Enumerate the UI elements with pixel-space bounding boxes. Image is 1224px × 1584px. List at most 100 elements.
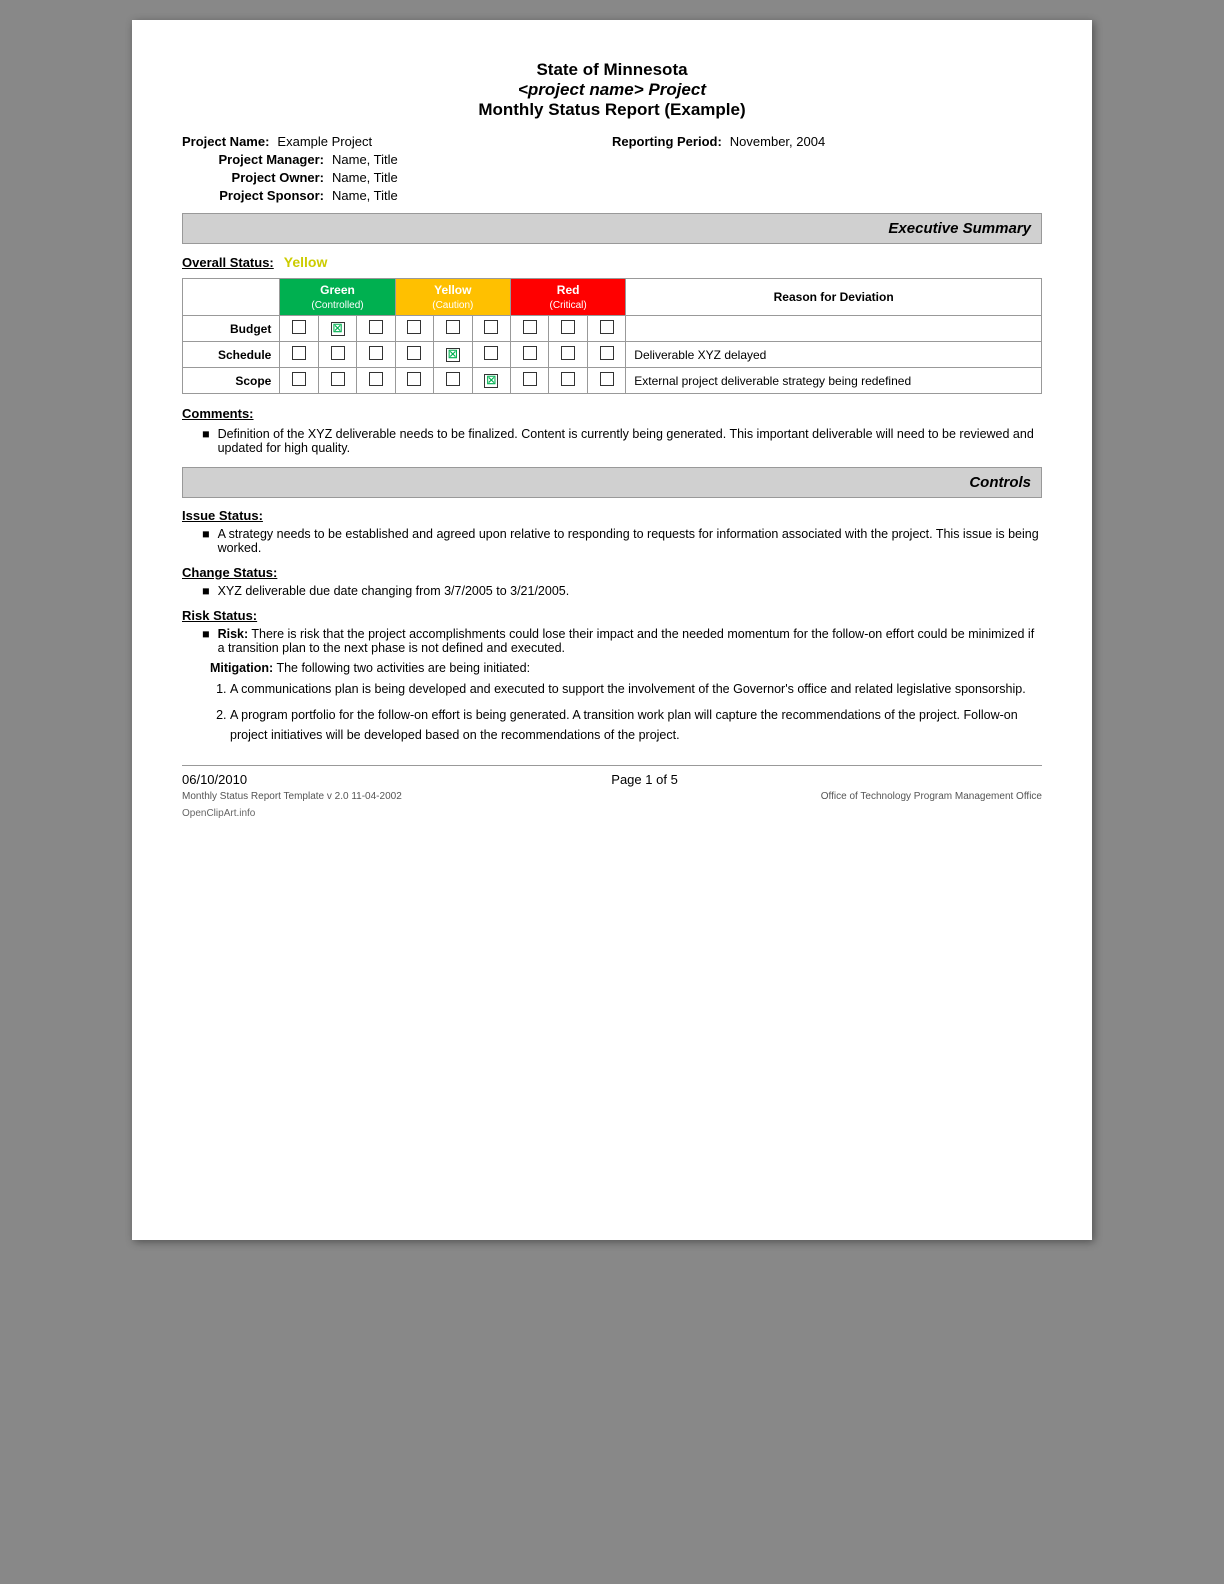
- risk-bold-label: Risk:: [218, 627, 249, 641]
- footer-top: 06/10/2010 Page 1 of 5: [182, 772, 1042, 787]
- header-title3: Monthly Status Report (Example): [182, 100, 1042, 120]
- cb-sched-g3: [369, 346, 383, 360]
- footer-date: 06/10/2010: [182, 772, 247, 787]
- cb-sched-g2: [331, 346, 345, 360]
- cb-budget-g3: [369, 320, 383, 334]
- meta-row-sponsor: Project Sponsor: Name, Title: [182, 188, 1042, 203]
- of-label: of 5: [656, 772, 678, 787]
- bullet-icon-change: ■: [202, 584, 210, 598]
- overall-status-row: Overall Status: Yellow: [182, 254, 1042, 270]
- project-name-label: Project Name:: [182, 134, 277, 149]
- comments-label: Comments:: [182, 406, 1042, 421]
- budget-reason: [626, 316, 1042, 342]
- header-title1: State of Minnesota: [182, 60, 1042, 80]
- cb-sched-r1: [523, 346, 537, 360]
- cb-scope-g2: [331, 372, 345, 386]
- reporting-period-label: Reporting Period:: [612, 134, 730, 149]
- document-header: State of Minnesota <project name> Projec…: [182, 60, 1042, 120]
- cb-budget-y2: [446, 320, 460, 334]
- cb-scope-r1: [523, 372, 537, 386]
- cb-budget-r2: [561, 320, 575, 334]
- mitigation-item-2: A program portfolio for the follow-on ef…: [230, 705, 1042, 745]
- meta-row-project-name: Project Name: Example Project Reporting …: [182, 134, 1042, 149]
- cb-budget-r3: [600, 320, 614, 334]
- meta-row-manager: Project Manager: Name, Title: [182, 152, 1042, 167]
- cb-sched-y1: [407, 346, 421, 360]
- table-row-budget: Budget ☒: [183, 316, 1042, 342]
- mitigation-item-1: A communications plan is being developed…: [230, 679, 1042, 699]
- cb-sched-y2: ☒: [446, 348, 460, 362]
- owner-label: Project Owner:: [182, 170, 332, 185]
- schedule-label: Schedule: [183, 342, 280, 368]
- page-label: Page 1: [611, 772, 652, 787]
- project-name-value: Example Project: [277, 134, 372, 149]
- cb-scope-g3: [369, 372, 383, 386]
- cb-scope-y3: ☒: [484, 374, 498, 388]
- mitigation-item-1-text: A communications plan is being developed…: [230, 682, 1026, 696]
- mitigation-item-2-text: A program portfolio for the follow-on ef…: [230, 708, 1018, 742]
- footer-page: Page 1 of 5: [611, 772, 678, 787]
- th-green: Green (Controlled): [280, 279, 395, 316]
- executive-summary-title: Executive Summary: [888, 220, 1031, 237]
- reporting-period-value: November, 2004: [730, 134, 825, 149]
- budget-label: Budget: [183, 316, 280, 342]
- mitigation-list: A communications plan is being developed…: [210, 679, 1042, 745]
- page-footer: 06/10/2010 Page 1 of 5 Monthly Status Re…: [182, 765, 1042, 819]
- cb-budget-y3: [484, 320, 498, 334]
- risk-bullet: ■ Risk: There is risk that the project a…: [182, 627, 1042, 655]
- sponsor-value: Name, Title: [332, 188, 1042, 203]
- controls-title: Controls: [969, 474, 1031, 491]
- th-empty: [183, 279, 280, 316]
- header-title2: <project name> Project: [182, 80, 1042, 100]
- th-reason: Reason for Deviation: [626, 279, 1042, 316]
- owner-value: Name, Title: [332, 170, 1042, 185]
- cb-budget-y1: [407, 320, 421, 334]
- comments-bullet: ■ Definition of the XYZ deliverable need…: [182, 427, 1042, 455]
- bullet-icon-issue: ■: [202, 527, 210, 555]
- cb-budget-g2: ☒: [331, 322, 345, 336]
- footer-bottom: Monthly Status Report Template v 2.0 11-…: [182, 791, 1042, 802]
- controls-section-header: Controls: [182, 467, 1042, 498]
- th-yellow: Yellow (Caution): [395, 279, 510, 316]
- footer-office-info: Office of Technology Program Management …: [821, 791, 1042, 802]
- cb-scope-r3: [600, 372, 614, 386]
- mitigation-label: Mitigation:: [210, 661, 273, 675]
- overall-status-label: Overall Status:: [182, 255, 274, 270]
- controls-content: Issue Status: ■ A strategy needs to be e…: [182, 508, 1042, 745]
- document-page: State of Minnesota <project name> Projec…: [132, 20, 1092, 1240]
- cb-scope-y1: [407, 372, 421, 386]
- mitigation-intro: The following two activities are being i…: [276, 661, 530, 675]
- cb-sched-y3: [484, 346, 498, 360]
- cb-sched-r2: [561, 346, 575, 360]
- cb-scope-g1: [292, 372, 306, 386]
- table-row-schedule: Schedule ☒ Deliverable XYZ delayed: [183, 342, 1042, 368]
- issue-bullet: ■ A strategy needs to be established and…: [182, 527, 1042, 555]
- cb-sched-g1: [292, 346, 306, 360]
- comments-text: Definition of the XYZ deliverable needs …: [218, 427, 1042, 455]
- executive-summary-header: Executive Summary: [182, 213, 1042, 244]
- scope-label: Scope: [183, 368, 280, 394]
- issue-text: A strategy needs to be established and a…: [218, 527, 1042, 555]
- issue-status-label: Issue Status:: [182, 508, 1042, 523]
- cb-sched-r3: [600, 346, 614, 360]
- meta-row-owner: Project Owner: Name, Title: [182, 170, 1042, 185]
- status-table: Green (Controlled) Yellow (Caution) Red …: [182, 278, 1042, 394]
- table-row-scope: Scope ☒ External project deliverable str…: [183, 368, 1042, 394]
- th-red: Red (Critical): [510, 279, 625, 316]
- scope-reason: External project deliverable strategy be…: [626, 368, 1042, 394]
- sponsor-label: Project Sponsor:: [182, 188, 332, 203]
- manager-value: Name, Title: [332, 152, 1042, 167]
- schedule-reason: Deliverable XYZ delayed: [626, 342, 1042, 368]
- mitigation-block: Mitigation: The following two activities…: [182, 661, 1042, 745]
- cb-budget-r1: [523, 320, 537, 334]
- cb-scope-y2: [446, 372, 460, 386]
- bullet-icon-risk: ■: [202, 627, 210, 655]
- overall-status-value: Yellow: [284, 254, 328, 270]
- risk-status-label: Risk Status:: [182, 608, 1042, 623]
- watermark-text: OpenClipArt.info: [182, 808, 1042, 819]
- bullet-icon: ■: [202, 427, 210, 455]
- footer-template-info: Monthly Status Report Template v 2.0 11-…: [182, 791, 402, 802]
- cb-budget-g1: [292, 320, 306, 334]
- meta-info: Project Name: Example Project Reporting …: [182, 134, 1042, 203]
- comments-section: Comments: ■ Definition of the XYZ delive…: [182, 406, 1042, 455]
